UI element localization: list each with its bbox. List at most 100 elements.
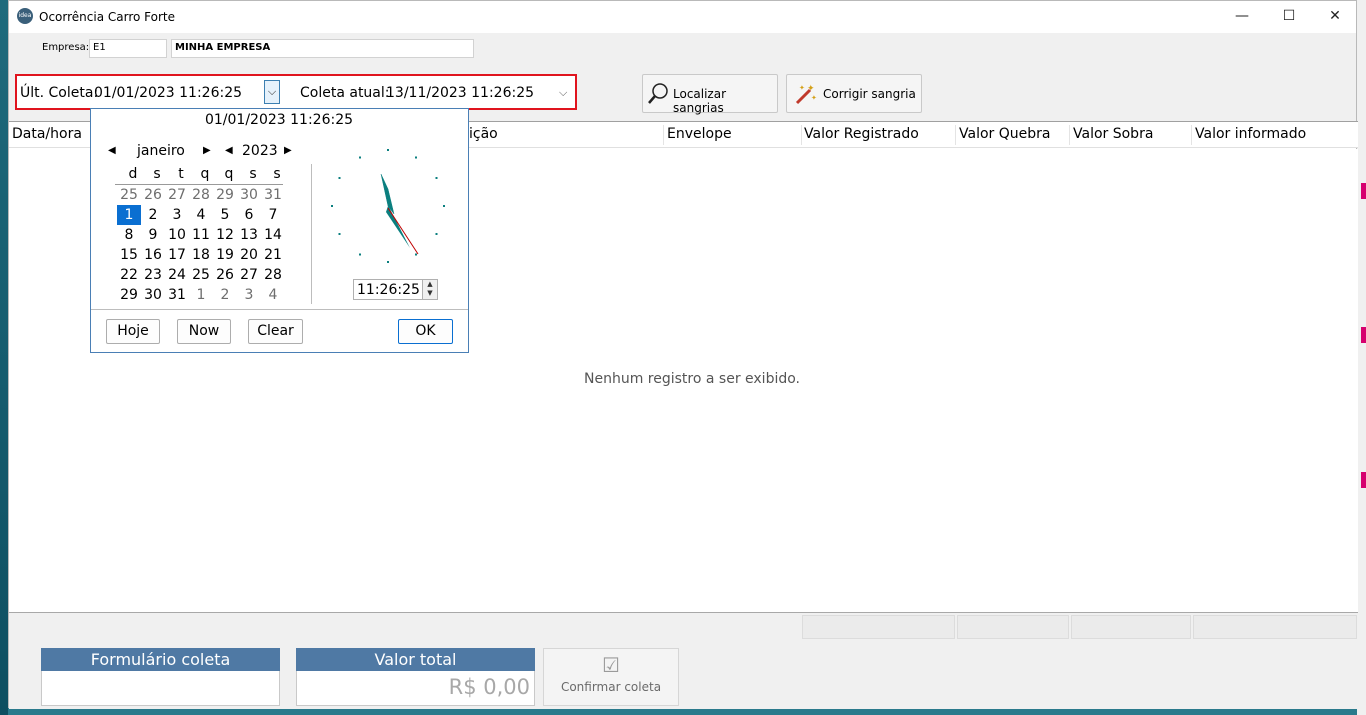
column-separator[interactable] <box>801 125 802 145</box>
prev-year-icon[interactable]: ◀ <box>225 145 233 156</box>
clock-tick <box>338 177 341 179</box>
calendar-day[interactable]: 15 <box>117 245 141 265</box>
valor-total-panel: Valor total R$ 0,00 <box>296 648 535 706</box>
date-picker-popup: 01/01/2023 11:26:25 ◀ janeiro ▶ ◀ 2023 ▶… <box>90 108 469 353</box>
prev-month-icon[interactable]: ◀ <box>108 145 116 156</box>
column-header-valor-sobra[interactable]: Valor Sobra <box>1073 126 1153 142</box>
clock-tick <box>331 205 333 207</box>
summary-cell <box>1193 615 1357 639</box>
calendar-day[interactable]: 4 <box>189 205 213 225</box>
date-picker-header: 01/01/2023 11:26:25 <box>204 112 354 128</box>
summary-cell <box>1071 615 1191 639</box>
calendar-day[interactable]: 11 <box>189 225 213 245</box>
column-header-descricao[interactable]: ição <box>469 126 498 142</box>
calendar-day[interactable]: 19 <box>213 245 237 265</box>
maximize-button[interactable]: ☐ <box>1266 1 1312 31</box>
next-month-icon[interactable]: ▶ <box>203 145 211 156</box>
calendar-day[interactable]: 13 <box>237 225 261 245</box>
clear-button[interactable]: Clear <box>248 319 303 344</box>
time-spinner[interactable]: ▲ ▼ <box>422 279 438 300</box>
column-header-data-hora[interactable]: Data/hora <box>12 126 82 142</box>
coleta-atual-input[interactable]: 13/11/2023 11:26:25 <box>386 85 534 101</box>
calendar-day[interactable]: 26 <box>141 185 165 205</box>
column-separator[interactable] <box>955 125 956 145</box>
calendar-day[interactable]: 27 <box>237 265 261 285</box>
summary-cell <box>957 615 1069 639</box>
calendar-day[interactable]: 14 <box>261 225 285 245</box>
calendar-day[interactable]: 29 <box>213 185 237 205</box>
calendar-day[interactable]: 3 <box>165 205 189 225</box>
calendar-day[interactable]: 10 <box>165 225 189 245</box>
hoje-button[interactable]: Hoje <box>106 319 160 344</box>
calendar-day[interactable]: 28 <box>261 265 285 285</box>
column-header-valor-quebra[interactable]: Valor Quebra <box>959 126 1050 142</box>
calendar-day[interactable]: 16 <box>141 245 165 265</box>
calendar-day[interactable]: 1 <box>189 285 213 305</box>
calendar-day[interactable]: 30 <box>141 285 165 305</box>
calendar-day[interactable]: 25 <box>189 265 213 285</box>
weekday-header: s <box>153 166 161 182</box>
spin-down-icon[interactable]: ▼ <box>423 289 437 298</box>
ok-button[interactable]: OK <box>398 319 453 344</box>
clock-tick <box>415 156 417 159</box>
calendar-day[interactable]: 6 <box>237 205 261 225</box>
chevron-down-icon: ⌵ <box>267 85 277 98</box>
confirmar-coleta-label: Confirmar coleta <box>560 680 662 694</box>
calendar-day[interactable]: 27 <box>165 185 189 205</box>
weekday-header: q <box>224 166 234 182</box>
calendar-day[interactable]: 12 <box>213 225 237 245</box>
calendar-day[interactable]: 29 <box>117 285 141 305</box>
now-button[interactable]: Now <box>177 319 231 344</box>
calendar-day[interactable]: 21 <box>261 245 285 265</box>
calendar-day[interactable]: 3 <box>237 285 261 305</box>
calendar-day[interactable]: 9 <box>141 225 165 245</box>
corrigir-sangria-button[interactable]: ✦ ✦ ✦ Corrigir sangria <box>786 74 922 113</box>
column-separator[interactable] <box>663 125 664 145</box>
checkbox-check-icon: ☑ <box>602 653 620 677</box>
calendar-day[interactable]: 28 <box>189 185 213 205</box>
calendar-day[interactable]: 4 <box>261 285 285 305</box>
column-header-envelope[interactable]: Envelope <box>667 126 732 142</box>
ult-coleta-input[interactable]: 01/01/2023 11:26:25 <box>94 85 242 101</box>
calendar-day[interactable]: 31 <box>165 285 189 305</box>
formulario-coleta-label: Formulário coleta <box>41 648 280 671</box>
calendar-day[interactable]: 25 <box>117 185 141 205</box>
calendar-day[interactable]: 22 <box>117 265 141 285</box>
calendar-day[interactable]: 17 <box>165 245 189 265</box>
spin-up-icon[interactable]: ▲ <box>423 280 437 289</box>
next-year-icon[interactable]: ▶ <box>284 145 292 156</box>
calendar-day[interactable]: 2 <box>213 285 237 305</box>
calendar-day[interactable]: 7 <box>261 205 285 225</box>
calendar-day[interactable]: 8 <box>117 225 141 245</box>
calendar-day[interactable]: 5 <box>213 205 237 225</box>
calendar-day[interactable]: 23 <box>141 265 165 285</box>
calendar-day[interactable]: 24 <box>165 265 189 285</box>
calendar-day[interactable]: 26 <box>213 265 237 285</box>
minimize-button[interactable]: — <box>1219 1 1265 31</box>
ult-coleta-dropdown-button[interactable]: ⌵ <box>264 80 280 104</box>
column-separator[interactable] <box>1191 125 1192 145</box>
confirmar-coleta-button[interactable]: ☑ Confirmar coleta <box>543 648 679 706</box>
weekday-header: s <box>273 166 281 182</box>
calendar-day[interactable]: 2 <box>141 205 165 225</box>
calendar-day[interactable]: 30 <box>237 185 261 205</box>
time-input[interactable]: 11:26:25 <box>353 279 423 300</box>
chevron-down-icon[interactable]: ⌵ <box>559 86 567 100</box>
valor-total-value: R$ 0,00 <box>296 671 535 706</box>
search-icon <box>648 83 668 104</box>
localizar-sangrias-button[interactable]: Localizar sangrias <box>642 74 778 115</box>
app-icon: idea <box>17 8 33 24</box>
column-header-valor-registrado[interactable]: Valor Registrado <box>804 126 919 142</box>
clock-tick <box>387 149 389 151</box>
column-header-valor-informado[interactable]: Valor informado <box>1195 126 1306 142</box>
divider <box>91 309 468 310</box>
calendar-day[interactable]: 31 <box>261 185 285 205</box>
empresa-code-field[interactable]: E1 <box>89 39 167 58</box>
background-marker <box>1361 472 1366 488</box>
calendar-day[interactable]: 1 <box>117 205 141 225</box>
calendar-day[interactable]: 20 <box>237 245 261 265</box>
formulario-coleta-field[interactable] <box>41 671 280 706</box>
column-separator[interactable] <box>1069 125 1070 145</box>
close-button[interactable]: ✕ <box>1312 1 1358 31</box>
calendar-day[interactable]: 18 <box>189 245 213 265</box>
